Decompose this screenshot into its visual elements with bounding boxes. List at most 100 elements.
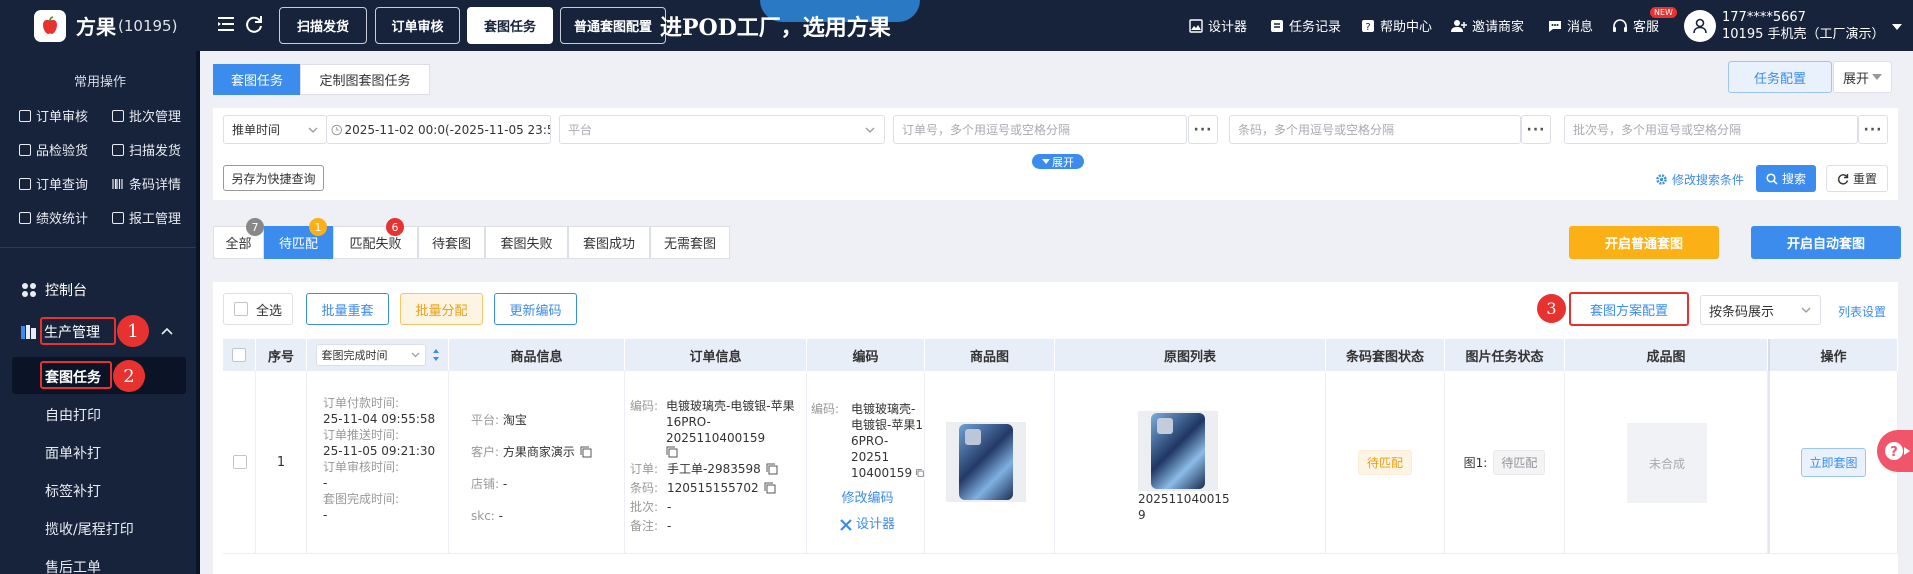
- mockup-config-button[interactable]: 普通套图配置: [560, 7, 666, 44]
- user-icon: [1693, 18, 1707, 34]
- time-type-select[interactable]: 推单时间: [223, 115, 327, 144]
- user-info[interactable]: 177****5667 10195 手机壳（工厂演示）: [1722, 9, 1885, 43]
- column-settings-link[interactable]: 列表设置: [1838, 303, 1886, 320]
- menu-toggle-icon[interactable]: [216, 14, 236, 34]
- order-more-button[interactable]: ···: [1188, 115, 1218, 144]
- platform-label: 平台:: [471, 413, 500, 427]
- invite-merchant-label: 邀请商家: [1472, 20, 1525, 35]
- mockup-scheme-config-button[interactable]: 套图方案配置: [1569, 292, 1689, 326]
- note-value: -: [667, 519, 672, 533]
- barcode-icon: [112, 178, 124, 190]
- sidebar-item-pickup-print[interactable]: 揽收/尾程打印: [45, 519, 134, 539]
- barcode-input[interactable]: 条码，多个用逗号或空格分隔: [1229, 115, 1521, 144]
- designer-row-link[interactable]: 设计器: [811, 517, 924, 533]
- select-all-checkbox[interactable]: 全选: [223, 293, 293, 325]
- chevron-down-icon: [411, 352, 419, 358]
- caret-down-icon: [1042, 158, 1050, 164]
- original-image-thumbnail[interactable]: [1138, 411, 1218, 491]
- designer-link[interactable]: 设计器: [1189, 0, 1247, 51]
- header-finished-image: 成品图: [1565, 339, 1768, 371]
- sidebar-item-free-print[interactable]: 自由打印: [45, 405, 101, 425]
- sidebar-item-dashboard[interactable]: 控制台: [21, 280, 87, 300]
- tab-custom-mockup[interactable]: 定制图套图任务: [300, 64, 430, 95]
- avatar[interactable]: [1684, 10, 1716, 42]
- mockup-now-button[interactable]: 立即套图: [1801, 447, 1866, 477]
- refresh-icon[interactable]: [244, 14, 264, 34]
- expand-label: 展开: [1842, 71, 1869, 87]
- message-link[interactable]: 消息: [1548, 0, 1593, 51]
- quick-order-query[interactable]: 订单查询: [19, 174, 88, 193]
- row-checkbox[interactable]: [233, 455, 247, 469]
- quick-batch-manage[interactable]: 批次管理: [112, 106, 181, 125]
- scan-ship-button[interactable]: 扫描发货: [279, 7, 367, 44]
- reset-button[interactable]: 重置: [1826, 165, 1888, 192]
- floating-help-button[interactable]: ?: [1877, 430, 1913, 472]
- platform-select[interactable]: 平台: [559, 115, 885, 144]
- task-record-link[interactable]: 任务记录: [1270, 0, 1341, 51]
- task-config-button[interactable]: 任务配置: [1728, 61, 1832, 93]
- task-record-label: 任务记录: [1289, 20, 1342, 35]
- copy-icon[interactable]: [580, 446, 592, 458]
- quick-work-report[interactable]: 报工管理: [112, 208, 181, 227]
- quick-order-audit[interactable]: 订单审核: [19, 106, 88, 125]
- quick-performance[interactable]: 绩效统计: [19, 208, 88, 227]
- gear-icon: [1656, 174, 1667, 185]
- order-audit-button[interactable]: 订单审核: [375, 7, 460, 44]
- start-auto-mockup-button[interactable]: 开启自动套图: [1751, 226, 1901, 259]
- display-mode-select[interactable]: 按条码展示: [1700, 295, 1821, 325]
- batch-more-button[interactable]: ···: [1858, 115, 1888, 144]
- save-quick-query-button[interactable]: 另存为快捷查询: [223, 165, 324, 191]
- sidebar-item-label-reprint[interactable]: 标签补打: [45, 481, 101, 501]
- sidebar-item-aftersale[interactable]: 售后工单: [45, 557, 101, 574]
- batch-redo-button[interactable]: 批量重套: [306, 293, 389, 325]
- caret-down-icon[interactable]: [1892, 23, 1902, 31]
- start-normal-mockup-button[interactable]: 开启普通套图: [1569, 226, 1719, 259]
- copy-icon[interactable]: [766, 463, 778, 475]
- sidebar-scrollbar[interactable]: [196, 51, 200, 574]
- update-code-button[interactable]: 更新编码: [494, 293, 577, 325]
- status-tab-match-failed[interactable]: 匹配失败: [333, 226, 418, 259]
- date-range-input[interactable]: 2025-11-02 00:0(-2025-11-05 23:5(: [326, 115, 551, 144]
- copy-icon[interactable]: [764, 482, 776, 494]
- chevron-up-icon[interactable]: [161, 327, 173, 335]
- expand-top-button[interactable]: 展开: [1833, 61, 1892, 93]
- filter-expand-toggle[interactable]: 展开: [1032, 154, 1084, 169]
- copy-icon[interactable]: [916, 467, 924, 479]
- tab-mockup-task[interactable]: 套图任务: [213, 64, 301, 95]
- status-tab-no-mockup[interactable]: 无需套图: [650, 226, 730, 259]
- status-tab-pending-mockup[interactable]: 待套图: [418, 226, 485, 259]
- app-count: (10195): [118, 16, 178, 35]
- invite-merchant-link[interactable]: 邀请商家: [1451, 0, 1524, 51]
- header-product-info: 商品信息: [449, 339, 625, 371]
- code2-line-3: 6PRO-20251: [851, 434, 890, 464]
- status-tab-mockup-failed[interactable]: 套图失败: [485, 226, 568, 259]
- sidebar-item-waybill-reprint[interactable]: 面单补打: [45, 443, 101, 463]
- barcode-more-button[interactable]: ···: [1521, 115, 1551, 144]
- modify-search-link[interactable]: 修改搜索条件: [1655, 171, 1744, 188]
- message-label: 消息: [1567, 20, 1594, 35]
- batch-assign-button[interactable]: 批量分配: [400, 293, 483, 325]
- order-number-input[interactable]: 订单号，多个用逗号或空格分隔: [893, 115, 1187, 144]
- header-original-images: 原图列表: [1055, 339, 1326, 371]
- copy-icon[interactable]: [666, 446, 678, 458]
- batch-number-input[interactable]: 批次号，多个用逗号或空格分隔: [1564, 115, 1858, 144]
- edit-code-link[interactable]: 修改编码: [811, 491, 924, 507]
- display-mode-label: 按条码展示: [1709, 304, 1775, 320]
- filter-expand-label: 展开: [1052, 155, 1074, 169]
- app-logo[interactable]: 方果 (10195): [0, 0, 200, 51]
- push-time-label: 订单推送时间:: [323, 428, 400, 442]
- quick-barcode-detail[interactable]: 条码详情: [112, 174, 181, 193]
- status-tab-mockup-success[interactable]: 套图成功: [568, 226, 650, 259]
- quick-quality-check[interactable]: 品检验货: [19, 140, 88, 159]
- audit-time: -: [323, 476, 328, 490]
- quick-scan-ship[interactable]: 扫描发货: [112, 140, 181, 159]
- code-line-1: 电镀玻璃壳-电镀银-苹果: [665, 399, 795, 413]
- search-button[interactable]: 搜索: [1756, 165, 1816, 192]
- search-icon: [1766, 172, 1778, 185]
- done-time-select[interactable]: 套图完成时间: [315, 344, 426, 366]
- mockup-task-button[interactable]: 套图任务: [467, 7, 553, 44]
- header-checkbox[interactable]: [232, 348, 246, 362]
- help-center-link[interactable]: ? 帮助中心: [1361, 0, 1432, 51]
- product-image-thumbnail[interactable]: [946, 422, 1026, 502]
- batch-value: -: [667, 500, 672, 514]
